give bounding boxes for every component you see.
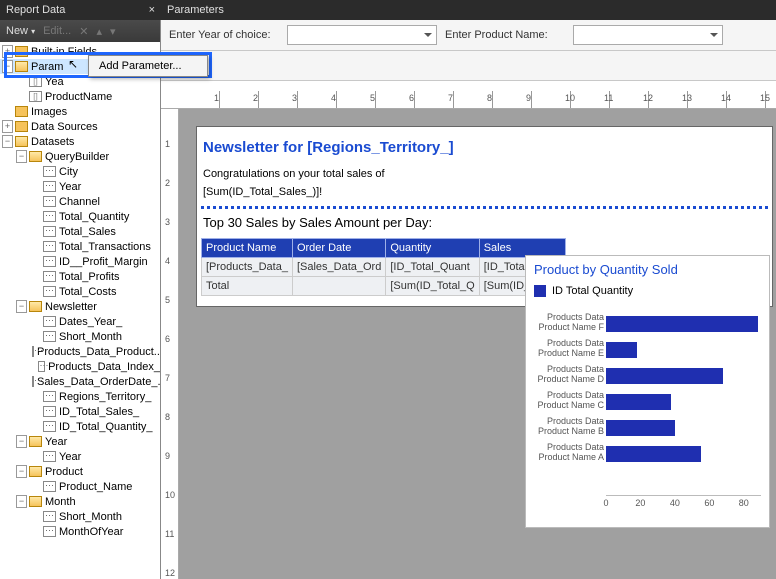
table-header[interactable]: Quantity [386,238,479,257]
tree-item-product[interactable]: −Product [0,464,160,479]
tree-item-id-profit-margin[interactable]: ID__Profit_Margin [0,254,160,269]
report-data-panel: New ▾ Edit... ✕ ▴ ▾ +Built-in Fields−Par… [0,20,161,579]
tree-item-year[interactable]: −Year [0,434,160,449]
chart-title: Product by Quantity Sold [534,262,761,277]
tree-item-id-total-quantity-[interactable]: ID_Total_Quantity_ [0,419,160,434]
report-data-title-text: Report Data [6,4,65,16]
legend-label: ID Total Quantity [552,285,633,297]
chart-bar [606,394,671,410]
subheading[interactable]: Top 30 Sales by Sales Amount per Day: [203,215,766,230]
tree-item-channel[interactable]: Channel [0,194,160,209]
tree-item-sales-data-orderdate-[interactable]: Sales_Data_OrderDate_... [0,374,160,389]
parameters-bar: Enter Year of choice: Enter Product Name… [161,20,776,51]
table-header[interactable]: Order Date [292,238,385,257]
chart-bar [606,342,637,358]
parameters-panel-title: Parameters [161,0,776,20]
param-product-select[interactable] [573,25,723,45]
context-menu[interactable]: Add Parameter... [88,55,208,77]
bar-label: Products DataProduct Name A [534,443,604,463]
legend-swatch [534,285,546,297]
param-product-label: Enter Product Name: [445,29,565,41]
chart-bar [606,368,723,384]
table-cell[interactable]: [ID_Total_Quant [386,257,479,276]
edit-button[interactable]: Edit... [43,25,71,37]
tree-item-short-month[interactable]: Short_Month [0,329,160,344]
tree-item-year[interactable]: Year [0,179,160,194]
sales-table[interactable]: Product NameOrder DateQuantitySales [Pro… [201,238,566,296]
report-data-tree[interactable]: +Built-in Fields−ParamYeaProductNameImag… [0,42,160,579]
chart-bar [606,446,701,462]
tree-item-data-sources[interactable]: +Data Sources [0,119,160,134]
delete-icon[interactable]: ✕ [79,25,88,38]
bar-label: Products DataProduct Name E [534,339,604,359]
table-cell[interactable]: [Sum(ID_Total_Q [386,276,479,295]
tree-item-productname[interactable]: ProductName [0,89,160,104]
tree-item-newsletter[interactable]: −Newsletter [0,299,160,314]
tree-item-month[interactable]: −Month [0,494,160,509]
tree-item-product-name[interactable]: Product_Name [0,479,160,494]
table-header[interactable]: Product Name [202,238,293,257]
tree-item-id-total-sales-[interactable]: ID_Total_Sales_ [0,404,160,419]
close-icon[interactable]: × [149,4,155,16]
chart-legend: ID Total Quantity [534,285,761,297]
tree-item-total-transactions[interactable]: Total_Transactions [0,239,160,254]
tree-item-total-costs[interactable]: Total_Costs [0,284,160,299]
table-cell[interactable]: [Sales_Data_Ord [292,257,385,276]
tree-item-products-data-product-[interactable]: Products_Data_Product... [0,344,160,359]
tree-item-short-month[interactable]: Short_Month [0,509,160,524]
vertical-ruler: 123456789101112 [161,109,179,579]
report-data-toolbar: New ▾ Edit... ✕ ▴ ▾ [0,20,160,42]
tree-item-city[interactable]: City [0,164,160,179]
table-cell[interactable]: [Products_Data_ [202,257,293,276]
tree-item-regions-territory-[interactable]: Regions_Territory_ [0,389,160,404]
move-up-icon[interactable]: ▴ [96,25,102,38]
tree-item-year[interactable]: Year [0,449,160,464]
param-year-select[interactable] [287,25,437,45]
tree-item-dates-year-[interactable]: Dates_Year_ [0,314,160,329]
bar-label: Products DataProduct Name D [534,365,604,385]
tree-item-total-quantity[interactable]: Total_Quantity [0,209,160,224]
bar-label: Products DataProduct Name F [534,313,604,333]
bar-label: Products DataProduct Name B [534,417,604,437]
tree-item-monthofyear[interactable]: MonthOfYear [0,524,160,539]
new-button[interactable]: New ▾ [6,25,35,37]
chart-bar [606,316,758,332]
bar-label: Products DataProduct Name C [534,391,604,411]
parameters-bar-row2 [161,51,776,81]
chart-axis: 020406080 [606,495,761,511]
tree-item-querybuilder[interactable]: −QueryBuilder [0,149,160,164]
chart-bar [606,420,675,436]
tree-item-total-profits[interactable]: Total_Profits [0,269,160,284]
table-cell[interactable] [292,276,385,295]
tree-item-datasets[interactable]: −Datasets [0,134,160,149]
tree-item-products-data-index-[interactable]: Products_Data_Index_ [0,359,160,374]
param-year-label: Enter Year of choice: [169,29,279,41]
table-cell[interactable]: Total [202,276,293,295]
newsletter-title[interactable]: Newsletter for [Regions_Territory_] [201,137,768,164]
chart-bars: Products DataProduct Name F Products Data… [534,311,761,491]
newsletter-body[interactable]: Congratulations on your total sales of [… [201,164,768,200]
report-data-panel-title: Report Data × [0,0,161,20]
tree-item-total-sales[interactable]: Total_Sales [0,224,160,239]
divider-dots [201,206,768,209]
move-down-icon[interactable]: ▾ [110,25,116,38]
tree-item-images[interactable]: Images [0,104,160,119]
horizontal-ruler: 1234567891011121314151617 [161,91,776,109]
parameters-title-text: Parameters [167,4,224,16]
chart-panel[interactable]: Product by Quantity Sold ID Total Quanti… [525,255,770,528]
add-parameter-menu-item[interactable]: Add Parameter... [89,56,207,76]
